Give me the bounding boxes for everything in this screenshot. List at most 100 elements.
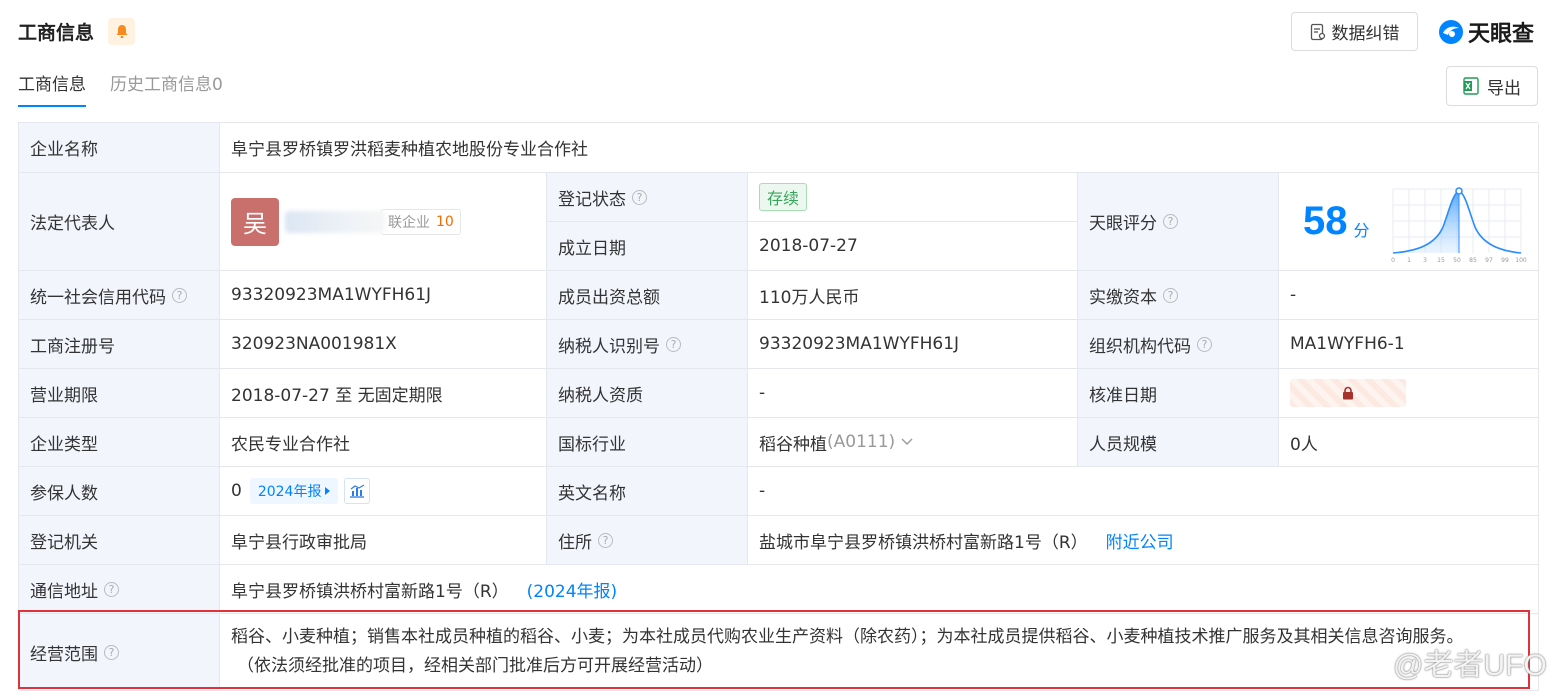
taxpayer-qual: - [748, 369, 1078, 418]
english-name-label: 英文名称 [547, 467, 748, 516]
weibo-watermark: @老者UFO [1393, 649, 1547, 682]
tianyancha-logo[interactable]: 天眼查 [1437, 16, 1534, 48]
tab-history-business-info[interactable]: 历史工商信息0 [110, 70, 223, 107]
score-unit: 分 [1353, 220, 1370, 240]
locked-value[interactable] [1290, 379, 1406, 407]
company-name-label: 企业名称 [19, 123, 220, 173]
annual-report-tag[interactable]: 2024年报 [249, 478, 339, 504]
paid-capital-label-text: 实缴资本 [1089, 287, 1157, 308]
help-icon[interactable]: ? [1163, 287, 1178, 303]
export-button[interactable]: 导出 [1446, 66, 1538, 106]
taxpayer-id-label-text: 纳税人识别号 [558, 336, 660, 357]
org-code-label: 组织机构代码? [1078, 320, 1279, 369]
approval-date-cell [1279, 369, 1539, 418]
lock-icon [1343, 386, 1353, 400]
company-type-label: 企业类型 [19, 418, 220, 467]
paid-capital-label: 实缴资本? [1078, 271, 1279, 320]
tianyan-score-label-text: 天眼评分 [1089, 214, 1157, 234]
scope-label: 经营范围? [19, 614, 220, 691]
legal-rep-label: 法定代表人 [19, 173, 220, 271]
legal-rep-name-blurred[interactable] [285, 210, 385, 233]
reg-no-label: 工商注册号 [19, 320, 220, 369]
scope-line-2: （依法须经批准的项目，经相关部门批准后方可开展经营活动） [237, 656, 713, 676]
score-value: 58 [1303, 199, 1348, 243]
founded-date: 2018-07-27 [748, 222, 1078, 271]
mail-address: 阜宁县罗桥镇洪桥村富新路1号（R） [231, 581, 509, 602]
insured-label: 参保人数 [19, 467, 220, 516]
data-correction-button[interactable]: 数据纠错 [1291, 12, 1418, 51]
reg-status-label-text: 登记状态 [558, 189, 626, 210]
score-axis-tick: 0 [1391, 257, 1395, 264]
tianyancha-logo-icon [1439, 20, 1463, 44]
section-title: 工商信息 [18, 22, 95, 44]
help-icon[interactable]: ? [632, 189, 647, 205]
scope-label-text: 经营范围 [30, 644, 98, 665]
english-name: - [748, 467, 1539, 516]
score-axis-tick: 85 [1469, 257, 1477, 264]
help-icon[interactable]: ? [104, 644, 119, 660]
trend-chart-icon[interactable] [344, 478, 371, 504]
related-companies-badge[interactable]: 联企业 10 [381, 208, 461, 235]
help-icon[interactable]: ? [1163, 214, 1178, 229]
score-axis-tick: 50 [1453, 257, 1461, 264]
staff-size: 0人 [1279, 418, 1539, 467]
mail-annual-report-link[interactable]: (2024年报) [527, 577, 618, 602]
related-companies-count: 10 [436, 213, 454, 230]
industry-cell[interactable]: 稻谷种植 (A0111) [748, 418, 1078, 467]
staff-size-label: 人员规模 [1078, 418, 1279, 467]
help-icon[interactable]: ? [104, 581, 119, 597]
chevron-down-icon [901, 438, 913, 445]
legal-rep-avatar[interactable]: 吴 [231, 197, 279, 246]
mail-address-label-text: 通信地址 [30, 581, 98, 602]
credit-code-label-text: 统一社会信用代码 [30, 287, 166, 308]
company-name: 阜宁县罗桥镇罗洪稻麦种植农地股份专业合作社 [220, 123, 1539, 173]
mail-address-cell: 阜宁县罗桥镇洪桥村富新路1号（R） (2024年报) [220, 565, 1539, 614]
tab-business-info[interactable]: 工商信息 [18, 70, 86, 107]
reg-status-label: 登记状态? [547, 173, 748, 222]
help-icon[interactable]: ? [1197, 336, 1212, 352]
help-icon[interactable]: ? [598, 532, 613, 548]
score-axis-tick: 3 [1423, 257, 1427, 264]
approval-date-label: 核准日期 [1078, 369, 1279, 418]
tianyan-score-cell[interactable]: 58 分 0 1 3 15 50 85 97 99 100 [1279, 173, 1539, 271]
business-term: 2018-07-27 至 无固定期限 [220, 369, 547, 418]
industry-code: (A0111) [827, 432, 896, 452]
org-code-label-text: 组织机构代码 [1089, 336, 1191, 357]
annual-report-label: 2024年报 [257, 484, 322, 500]
mail-address-label: 通信地址? [19, 565, 220, 614]
nearby-companies-link[interactable]: 附近公司 [1106, 528, 1174, 553]
taxpayer-qual-label: 纳税人资质 [547, 369, 748, 418]
residence-label-text: 住所 [558, 532, 592, 553]
residence-address: 盐城市阜宁县罗桥镇洪桥村富新路1号（R） [759, 532, 1088, 553]
bell-icon[interactable] [108, 18, 135, 45]
data-correction-label: 数据纠错 [1331, 24, 1400, 44]
insured-cell: 0 2024年报 [220, 467, 547, 516]
company-type: 农民专业合作社 [220, 418, 547, 467]
residence-label: 住所? [547, 516, 748, 565]
correction-icon [1310, 23, 1325, 40]
residence-cell: 盐城市阜宁县罗桥镇洪桥村富新路1号（R） 附近公司 [748, 516, 1539, 565]
member-capital-label: 成员出资总额 [547, 271, 748, 320]
score-axis-tick: 1 [1407, 257, 1411, 264]
score-axis-tick: 100 [1515, 257, 1527, 264]
status-badge: 存续 [759, 183, 808, 211]
score-axis-tick: 15 [1437, 257, 1445, 264]
logo-text: 天眼查 [1468, 22, 1535, 47]
reg-no: 320923NA001981X [220, 320, 547, 369]
reg-status-cell: 存续 [748, 173, 1078, 222]
score-distribution-chart: 0 1 3 15 50 85 97 99 100 [1391, 187, 1527, 264]
authority-label: 登记机关 [19, 516, 220, 565]
registration-authority: 阜宁县行政审批局 [220, 516, 547, 565]
industry-label: 国标行业 [547, 418, 748, 467]
caret-right-icon [325, 487, 331, 495]
excel-icon [1463, 77, 1479, 95]
export-label: 导出 [1487, 78, 1521, 99]
tianyan-score-label: 天眼评分? [1078, 173, 1279, 271]
score-axis-tick: 97 [1485, 257, 1493, 264]
term-label: 营业期限 [19, 369, 220, 418]
credit-code-label: 统一社会信用代码? [19, 271, 220, 320]
help-icon[interactable]: ? [666, 336, 681, 352]
insured-count: 0 [231, 481, 242, 501]
taxpayer-id-label: 纳税人识别号? [547, 320, 748, 369]
help-icon[interactable]: ? [172, 287, 187, 303]
